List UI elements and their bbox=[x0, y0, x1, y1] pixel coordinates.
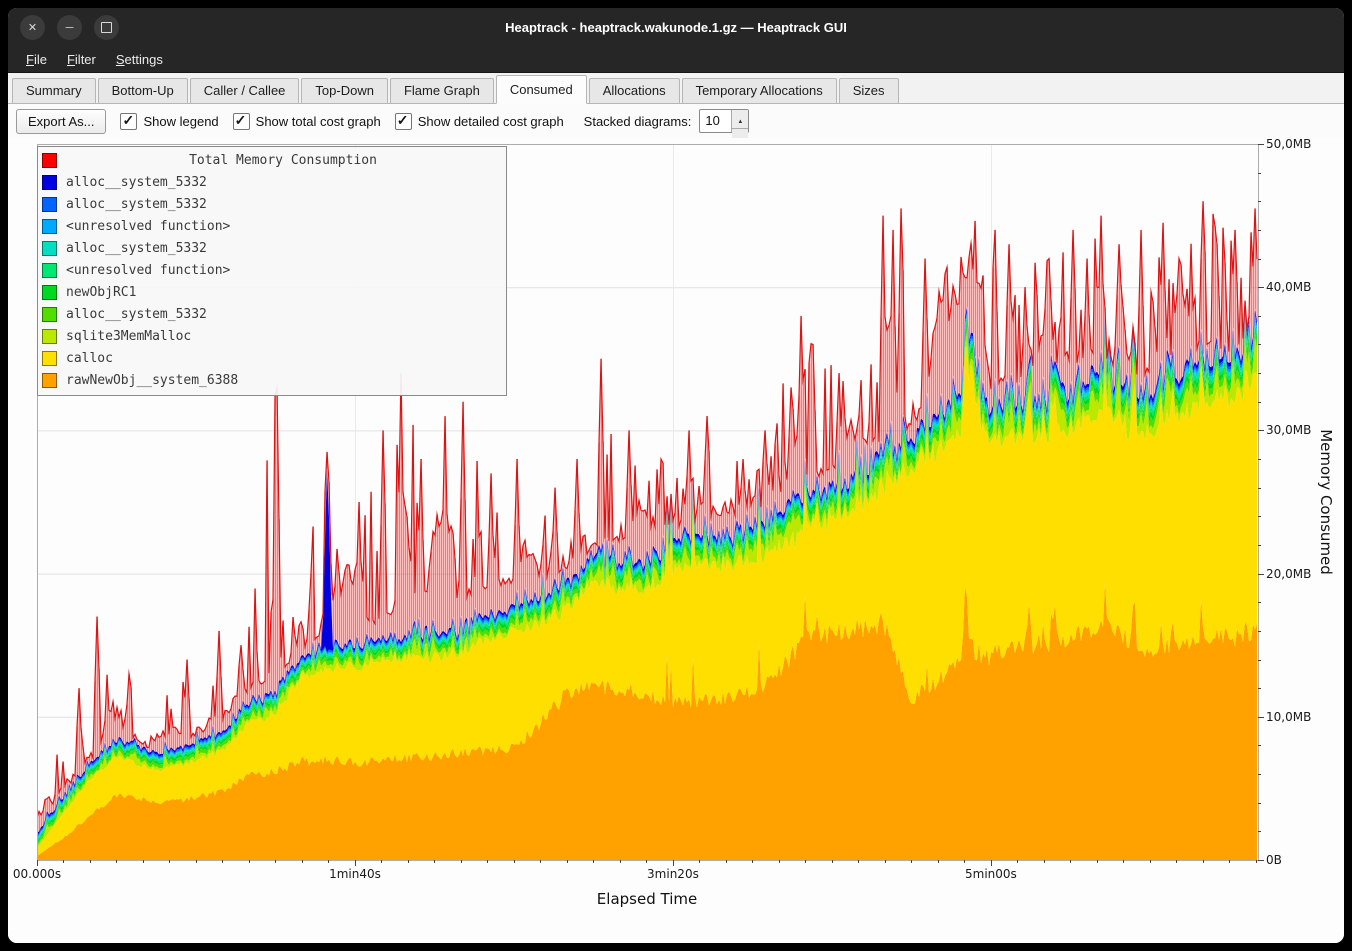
export-as-button[interactable]: Export As... bbox=[16, 109, 106, 134]
menu-settings[interactable]: Settings bbox=[106, 49, 173, 70]
menu-file[interactable]: File bbox=[16, 49, 57, 70]
legend-swatch-icon bbox=[42, 285, 57, 300]
close-button[interactable] bbox=[20, 15, 45, 40]
legend-swatch-icon bbox=[42, 197, 57, 212]
y-tick-label: 30,0MB bbox=[1266, 423, 1311, 437]
y-tick-label: 20,0MB bbox=[1266, 567, 1311, 581]
x-tick-label: 3min20s bbox=[647, 867, 699, 881]
legend-label: <unresolved function> bbox=[66, 263, 230, 278]
legend-item: alloc__system_5332 bbox=[42, 237, 500, 259]
show-total-cost-checkbox[interactable]: Show total cost graph bbox=[233, 113, 381, 130]
legend-item: <unresolved function> bbox=[42, 259, 500, 281]
legend-swatch-icon bbox=[42, 219, 57, 234]
tab-caller-callee[interactable]: Caller / Callee bbox=[190, 78, 300, 103]
y-tick-label: 50,0MB bbox=[1266, 137, 1311, 151]
spinner-up-button[interactable] bbox=[732, 110, 748, 128]
menu-bar: FileFilterSettings bbox=[8, 46, 1344, 73]
chart-area: Total Memory Consumption alloc__system_53… bbox=[8, 138, 1344, 943]
minimize-icon bbox=[66, 20, 74, 34]
legend-item: newObjRC1 bbox=[42, 281, 500, 303]
spinner-value: 10 bbox=[700, 110, 731, 132]
x-tick-label: 5min00s bbox=[965, 867, 1017, 881]
y-tick-label: 10,0MB bbox=[1266, 710, 1311, 724]
legend-swatch-icon bbox=[42, 241, 57, 256]
spinner-buttons bbox=[731, 110, 748, 132]
legend-item: calloc bbox=[42, 347, 500, 369]
stacked-diagrams-spinner[interactable]: 10 bbox=[699, 109, 749, 133]
legend-item: sqlite3MemMalloc bbox=[42, 325, 500, 347]
legend-label: alloc__system_5332 bbox=[66, 197, 207, 212]
legend-label: Total Memory Consumption bbox=[66, 153, 500, 168]
toolbar: Export As... Show legend Show total cost… bbox=[8, 104, 1344, 138]
tab-temporary-allocations[interactable]: Temporary Allocations bbox=[682, 78, 837, 103]
title-bar[interactable]: Heaptrack - heaptrack.wakunode.1.gz — He… bbox=[8, 8, 1344, 46]
menu-filter[interactable]: Filter bbox=[57, 49, 106, 70]
tab-flame-graph[interactable]: Flame Graph bbox=[390, 78, 494, 103]
legend-item-total: Total Memory Consumption bbox=[42, 149, 500, 171]
x-tick-label: 1min40s bbox=[329, 867, 381, 881]
maximize-button[interactable] bbox=[94, 15, 119, 40]
show-total-cost-label: Show total cost graph bbox=[256, 114, 381, 129]
chart-legend: Total Memory Consumption alloc__system_53… bbox=[37, 146, 507, 396]
x-axis-title: Elapsed Time bbox=[597, 890, 697, 908]
legend-swatch-icon bbox=[42, 153, 57, 168]
maximize-icon bbox=[101, 22, 112, 33]
tab-bottom-up[interactable]: Bottom-Up bbox=[98, 78, 188, 103]
checkbox-checked-icon[interactable] bbox=[233, 113, 250, 130]
stacked-diagrams-label: Stacked diagrams: bbox=[584, 114, 692, 129]
tab-summary[interactable]: Summary bbox=[12, 78, 96, 103]
close-icon bbox=[28, 20, 37, 34]
legend-label: sqlite3MemMalloc bbox=[66, 329, 191, 344]
legend-item: alloc__system_5332 bbox=[42, 303, 500, 325]
legend-label: newObjRC1 bbox=[66, 285, 136, 300]
show-legend-checkbox[interactable]: Show legend bbox=[120, 113, 218, 130]
x-tick-label: 00.000s bbox=[13, 867, 61, 881]
y-axis-title: Memory Consumed bbox=[1317, 429, 1335, 575]
y-tick-label: 0B bbox=[1266, 853, 1282, 867]
show-detailed-cost-label: Show detailed cost graph bbox=[418, 114, 564, 129]
legend-label: alloc__system_5332 bbox=[66, 241, 207, 256]
legend-swatch-icon bbox=[42, 329, 57, 344]
y-tick-label: 40,0MB bbox=[1266, 280, 1311, 294]
legend-label: alloc__system_5332 bbox=[66, 307, 207, 322]
show-detailed-cost-checkbox[interactable]: Show detailed cost graph bbox=[395, 113, 564, 130]
legend-label: <unresolved function> bbox=[66, 219, 230, 234]
legend-swatch-icon bbox=[42, 373, 57, 388]
legend-label: calloc bbox=[66, 351, 113, 366]
tab-consumed[interactable]: Consumed bbox=[496, 75, 587, 104]
window-title: Heaptrack - heaptrack.wakunode.1.gz — He… bbox=[8, 20, 1344, 35]
tab-top-down[interactable]: Top-Down bbox=[301, 78, 388, 103]
checkbox-checked-icon[interactable] bbox=[395, 113, 412, 130]
legend-item: alloc__system_5332 bbox=[42, 193, 500, 215]
legend-item: rawNewObj__system_6388 bbox=[42, 369, 500, 391]
legend-label: rawNewObj__system_6388 bbox=[66, 373, 238, 388]
legend-swatch-icon bbox=[42, 307, 57, 322]
app-window: Heaptrack - heaptrack.wakunode.1.gz — He… bbox=[8, 8, 1344, 943]
tab-bar: SummaryBottom-UpCaller / CalleeTop-DownF… bbox=[8, 73, 1344, 104]
arrow-up-icon bbox=[737, 110, 743, 128]
show-legend-label: Show legend bbox=[143, 114, 218, 129]
minimize-button[interactable] bbox=[57, 15, 82, 40]
legend-label: alloc__system_5332 bbox=[66, 175, 207, 190]
checkbox-checked-icon[interactable] bbox=[120, 113, 137, 130]
legend-item: alloc__system_5332 bbox=[42, 171, 500, 193]
legend-swatch-icon bbox=[42, 351, 57, 366]
legend-swatch-icon bbox=[42, 263, 57, 278]
legend-swatch-icon bbox=[42, 175, 57, 190]
legend-item: <unresolved function> bbox=[42, 215, 500, 237]
tab-sizes[interactable]: Sizes bbox=[839, 78, 899, 103]
tab-allocations[interactable]: Allocations bbox=[589, 78, 680, 103]
